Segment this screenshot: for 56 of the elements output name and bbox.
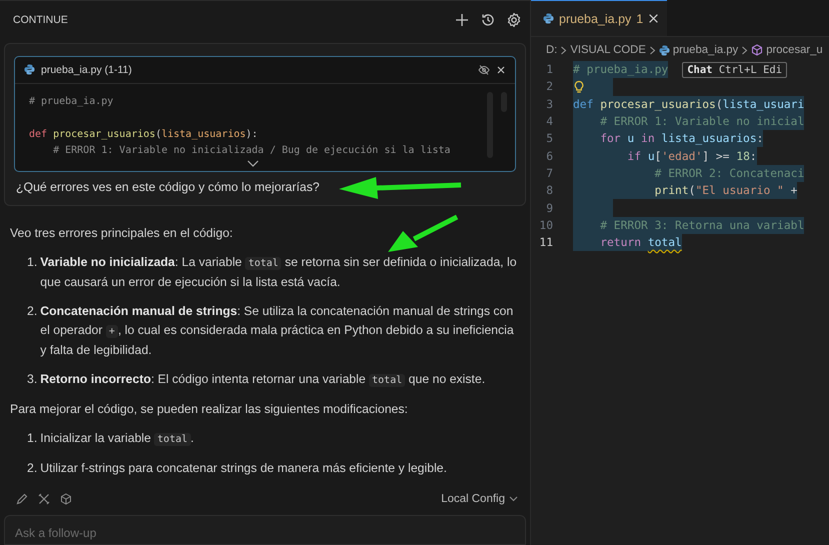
list-number: 1. <box>27 430 38 447</box>
list-number: 1. <box>27 254 38 271</box>
chevron-down-icon[interactable] <box>247 160 259 167</box>
line-number: 10 <box>538 218 554 232</box>
list-item-text: Concatenación manual de strings: Se utiliza la concatenación manual de strings con el operador + , lo cual es considerada mala práctica en Python debido a su ineficiencia y falta de legibilidad. <box>40 302 515 359</box>
editor-tab[interactable]: prueba_ia.py 1 <box>531 0 668 36</box>
plus-icon[interactable] <box>454 12 470 28</box>
list-number: 2. <box>27 302 38 320</box>
code-line: def procesar_usuarios(lista_usuarios): <box>29 128 259 142</box>
follow-up-input[interactable]: Ask a follow-up <box>4 515 526 545</box>
inline-hint[interactable]: Chat Ctrl+L Edi <box>682 62 788 78</box>
history-icon[interactable] <box>480 12 496 28</box>
list-number: 2. <box>27 460 38 477</box>
python-file-icon <box>543 13 554 24</box>
line-number: 2 <box>545 80 554 94</box>
list-number: 3. <box>27 370 38 388</box>
list-item-text: Inicializar la variable total . <box>40 430 194 448</box>
response-paragraph: Veo tres errores principales en el código: <box>10 224 234 242</box>
list-item-text: Utilizar f-strings para concatenar strings de manera más eficiente y legible. <box>40 460 447 477</box>
function-symbol-icon <box>751 44 764 56</box>
chevron-right-icon <box>741 46 748 54</box>
model-selector[interactable]: Local Config <box>441 493 518 506</box>
breadcrumb-item[interactable]: prueba_ia.py <box>672 44 738 56</box>
panel-title: CONTINUE <box>13 14 69 26</box>
line-number: 11 <box>538 236 554 250</box>
breadcrumb-item[interactable]: VISUAL CODE <box>570 44 646 56</box>
line-number: 4 <box>545 115 554 128</box>
line-number: 3 <box>545 98 554 111</box>
breadcrumb-item[interactable]: D: <box>546 44 558 56</box>
line-number: 9 <box>545 202 554 215</box>
list-item-text: Retorno incorrecto: El código intenta retornar una variable total que no existe. <box>40 370 486 389</box>
context-file-label: prueba_ia.py (1-11) <box>41 64 133 76</box>
eye-off-icon[interactable] <box>478 64 490 76</box>
line-number: 5 <box>545 132 554 146</box>
user-question: ¿Qué errores ves en este código y cómo lo mejorarías? <box>16 180 320 194</box>
settings-icon[interactable] <box>506 12 522 28</box>
code-line: # prueba_ia.py <box>29 94 114 109</box>
breadcrumb-item[interactable]: procesar_u <box>766 44 823 56</box>
close-icon[interactable] <box>648 13 660 24</box>
close-icon[interactable] <box>496 64 506 75</box>
python-file-icon <box>658 44 670 56</box>
chevron-right-icon <box>560 46 568 54</box>
chevron-down-icon <box>509 496 518 502</box>
pencil-icon[interactable] <box>16 493 28 506</box>
line-number: 8 <box>545 184 554 198</box>
line-number: 7 <box>545 166 554 180</box>
list-item-text: Variable no inicializada: La variable total se retorna sin ser definida o inicializada, lo que causará un error de ejecución si la lista está vacía. <box>40 254 518 291</box>
lightbulb-icon[interactable] <box>573 80 585 94</box>
response-paragraph: Para mejorar el código, se pueden realizar las siguientes modificaciones: <box>10 400 409 418</box>
code-line: # ERROR 1: Variable no inicializada / Bug de ejecución si la lista <box>52 144 452 158</box>
tools-icon[interactable] <box>38 493 50 506</box>
line-number: 6 <box>545 150 554 163</box>
cube-icon[interactable] <box>60 493 72 506</box>
chevron-right-icon <box>648 46 656 54</box>
python-file-icon <box>24 64 35 76</box>
line-number: 1 <box>545 63 554 76</box>
